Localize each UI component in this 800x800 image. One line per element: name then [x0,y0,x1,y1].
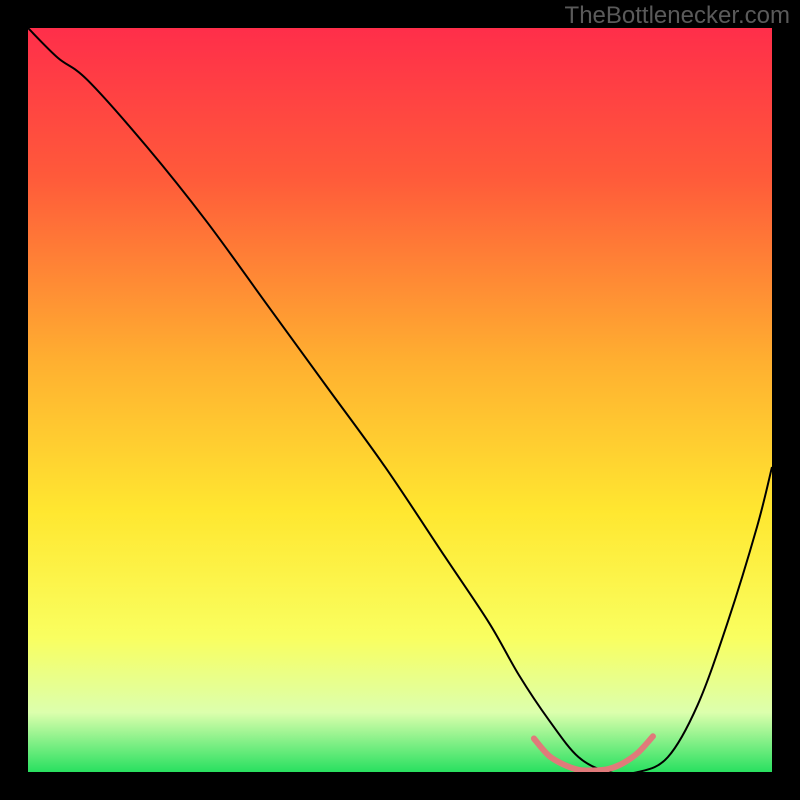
plot-area [28,28,772,772]
watermark-text: TheBottlenecker.com [565,2,790,30]
chart-svg [28,28,772,772]
chart-container: TheBottlenecker.com [0,0,800,800]
